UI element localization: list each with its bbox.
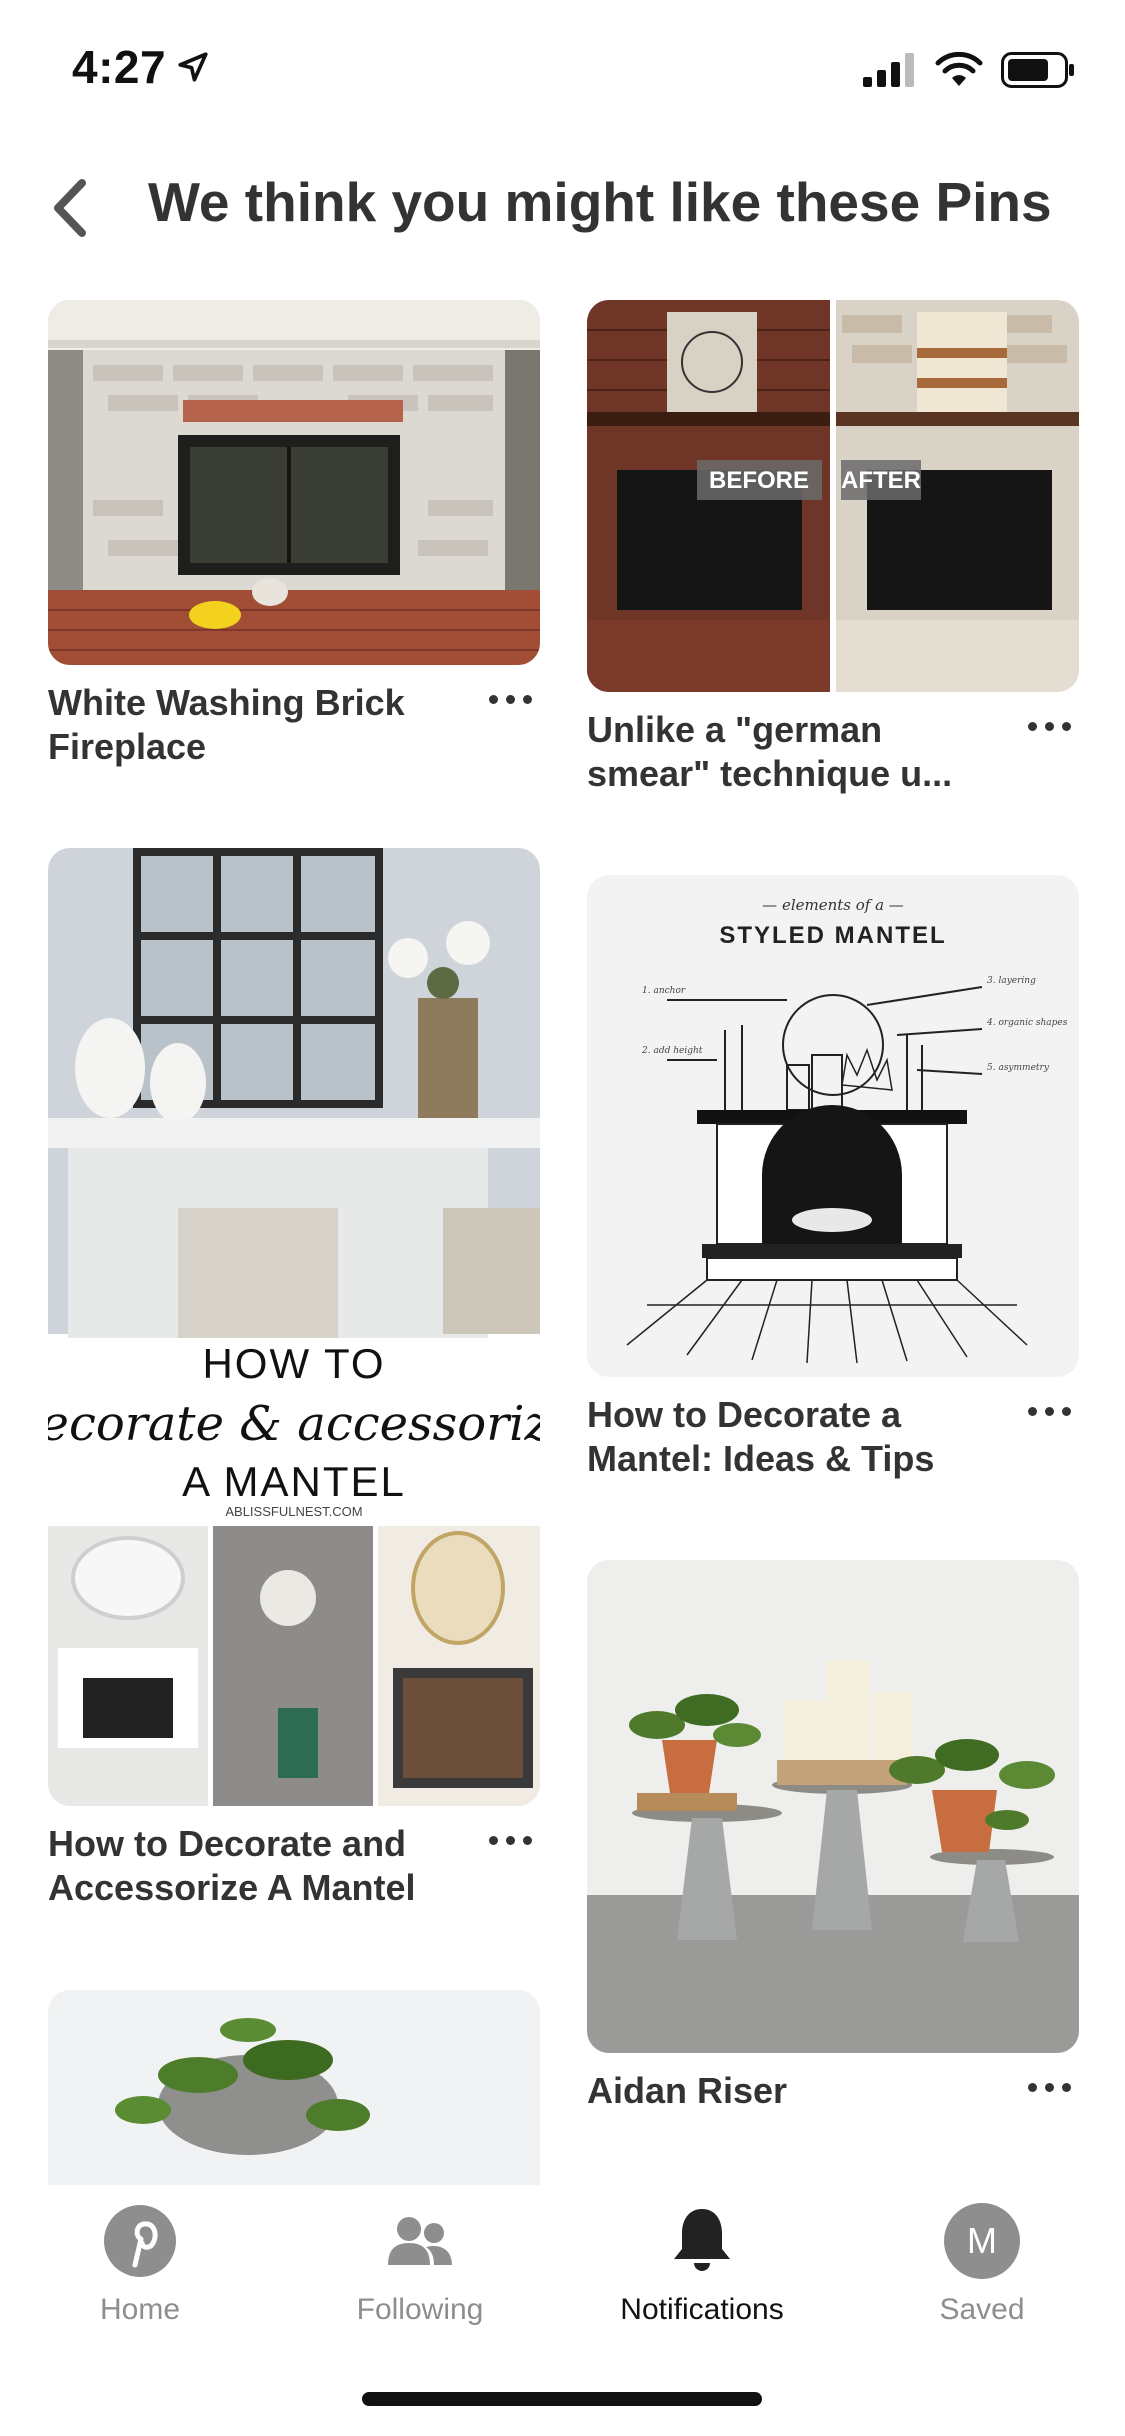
pin-image[interactable]: BEFORE AFTER xyxy=(587,300,1079,692)
status-bar: 4:27 xyxy=(0,0,1125,140)
pin-card[interactable]: White Washing Brick Fireplace xyxy=(48,300,540,769)
diagram-callout: 3. layering xyxy=(987,976,1036,986)
pin-card[interactable]: Aidan Riser xyxy=(587,1560,1079,2113)
tab-home[interactable]: Home xyxy=(20,2203,260,2343)
pin-card[interactable]: HOW TO decorate & accessorize A MANTEL A… xyxy=(48,848,540,1910)
signal-icon xyxy=(863,53,914,87)
wifi-icon xyxy=(935,52,983,86)
location-arrow-icon xyxy=(178,52,208,82)
diagram-heading: STYLED MANTEL xyxy=(719,922,946,949)
pin-title: Unlike a "german smear" technique u... xyxy=(587,709,953,794)
after-label: AFTER xyxy=(841,467,921,494)
pin-footer: How to Decorate and Accessorize A Mantel xyxy=(48,1822,540,1910)
home-indicator xyxy=(362,2392,762,2406)
diagram-callout: 1. anchor xyxy=(642,986,686,996)
more-options-button[interactable] xyxy=(1019,706,1079,746)
collage-text-decorate: decorate & accessorize xyxy=(48,1396,540,1452)
pin-image[interactable]: HOW TO decorate & accessorize A MANTEL A… xyxy=(48,848,540,1806)
more-options-button[interactable] xyxy=(1019,2067,1079,2107)
diagram-callout: 5. asymmetry xyxy=(987,1063,1050,1073)
avatar-letter: M xyxy=(967,2220,997,2261)
before-after-photo: BEFORE AFTER xyxy=(587,300,1079,692)
pin-image[interactable]: — elements of a — STYLED MANTEL 1. ancho… xyxy=(587,875,1079,1377)
tab-label: Notifications xyxy=(620,2293,784,2326)
pin-card[interactable]: — elements of a — STYLED MANTEL 1. ancho… xyxy=(587,875,1079,1481)
chevron-left-icon xyxy=(54,179,86,237)
tab-label: Following xyxy=(356,2293,484,2326)
riser-photo xyxy=(587,1560,1079,2053)
pin-title: Aidan Riser xyxy=(587,2070,788,2111)
fireplace-photo xyxy=(48,300,540,665)
tab-saved[interactable]: M Saved xyxy=(862,2203,1102,2343)
pin-title: How to Decorate and Accessorize A Mantel xyxy=(48,1823,416,1908)
pin-title: How to Decorate a Mantel: Ideas & Tips xyxy=(587,1394,935,1479)
page-title: We think you might like these Pins xyxy=(148,171,1052,233)
styled-mantel-diagram: — elements of a — STYLED MANTEL 1. ancho… xyxy=(587,875,1079,1377)
people-icon xyxy=(382,2203,458,2279)
pin-image[interactable] xyxy=(48,300,540,665)
battery-icon xyxy=(1001,52,1074,88)
pin-footer: Aidan Riser xyxy=(587,2069,1079,2113)
tab-label: Saved xyxy=(939,2293,1025,2326)
diagram-kicker: — elements of a — xyxy=(762,896,904,914)
tab-label: Home xyxy=(99,2293,181,2326)
pin-footer: How to Decorate a Mantel: Ideas & Tips xyxy=(587,1393,1079,1481)
pin-footer: White Washing Brick Fireplace xyxy=(48,681,540,769)
before-label: BEFORE xyxy=(709,467,809,494)
collage-text-how-to: HOW TO xyxy=(202,1340,385,1387)
pin-image[interactable] xyxy=(587,1560,1079,2053)
pin-footer: Unlike a "german smear" technique u... xyxy=(587,708,1079,796)
back-button[interactable] xyxy=(40,168,100,248)
mantel-collage: HOW TO decorate & accessorize A MANTEL A… xyxy=(48,848,540,1806)
header: We think you might like these Pins xyxy=(0,140,1125,280)
more-options-button[interactable] xyxy=(480,679,540,719)
more-options-button[interactable] xyxy=(480,1820,540,1860)
diagram-callout: 4. organic shapes xyxy=(986,1018,1068,1028)
pinterest-logo-icon xyxy=(102,2203,178,2279)
status-time: 4:27 xyxy=(72,41,167,93)
status-icons xyxy=(863,50,1075,90)
avatar-icon: M xyxy=(944,2203,1020,2279)
collage-text-site: ABLISSFULNEST.COM xyxy=(225,1504,362,1519)
tab-following[interactable]: Following xyxy=(300,2203,540,2343)
pin-card[interactable]: BEFORE AFTER Unlike a "german smear" tec… xyxy=(587,300,1079,796)
more-options-button[interactable] xyxy=(1019,1391,1079,1431)
pin-title: White Washing Brick Fireplace xyxy=(48,682,405,767)
tab-notifications[interactable]: Notifications xyxy=(582,2203,822,2343)
collage-text-mantel: A MANTEL xyxy=(182,1458,406,1505)
diagram-callout: 2. add height xyxy=(641,1046,703,1056)
bell-icon xyxy=(664,2203,740,2279)
